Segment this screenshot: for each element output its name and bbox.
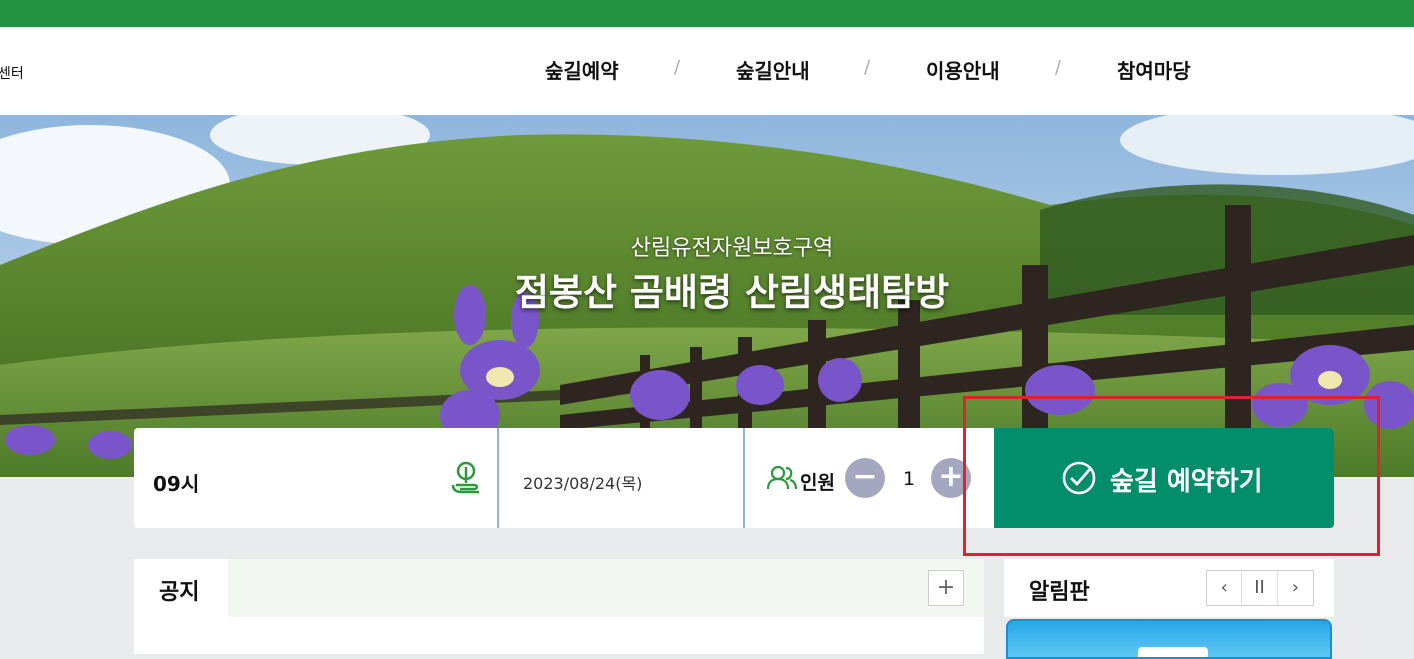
site-logo[interactable]: 센터 (0, 63, 24, 83)
notice-more-button[interactable]: + (928, 570, 964, 606)
tab-notice[interactable]: 공지 (134, 559, 228, 617)
board-title: 알림판 (1029, 580, 1090, 605)
board-next-button[interactable]: › (1278, 571, 1313, 605)
board-header: 알림판 ‹ II › (1004, 559, 1334, 617)
leaf-icon (451, 461, 479, 494)
highlight-box (963, 396, 1380, 556)
date-select[interactable]: 2023/08/24(목) (499, 428, 745, 528)
time-select[interactable]: 09시 (134, 428, 499, 528)
people-selector: 인원 − 1 + (745, 428, 994, 528)
date-value: 2023/08/24(목) (523, 474, 643, 493)
time-value: 09시 (153, 472, 200, 496)
people-count: 1 (902, 468, 916, 490)
decrement-button[interactable]: − (845, 458, 885, 498)
people-icon (767, 465, 797, 490)
hero-title: 점봉산 곰배령 산림생태탐방 (514, 271, 950, 314)
notice-tab-bar (228, 559, 984, 617)
people-label: 인원 (800, 472, 835, 494)
top-green-bar (0, 0, 1414, 27)
notice-panel: 공지 + (134, 559, 984, 654)
board-controls: ‹ II › (1206, 570, 1314, 606)
hero-subtitle: 산림유전자원보호구역 (630, 236, 834, 261)
board-banner-mark (1138, 647, 1208, 657)
bulletin-board: 알림판 ‹ II › (1004, 559, 1334, 659)
nav-item-usage-guide[interactable]: 이용안내 (926, 55, 1000, 84)
board-prev-button[interactable]: ‹ (1207, 571, 1243, 605)
board-pause-button[interactable]: II (1242, 571, 1278, 605)
board-banner-image[interactable] (1006, 619, 1332, 659)
nav-item-forest-reservation[interactable]: 숲길예약 (545, 55, 619, 84)
site-header: 센터 숲길예약 / 숲길안내 / 이용안내 / 참여마당 (0, 27, 1414, 115)
nav-separator: / (864, 57, 871, 78)
nav-separator: / (674, 57, 681, 78)
nav-item-participation[interactable]: 참여마당 (1117, 55, 1191, 84)
nav-item-forest-guide[interactable]: 숲길안내 (736, 55, 810, 84)
nav-separator: / (1055, 57, 1062, 78)
